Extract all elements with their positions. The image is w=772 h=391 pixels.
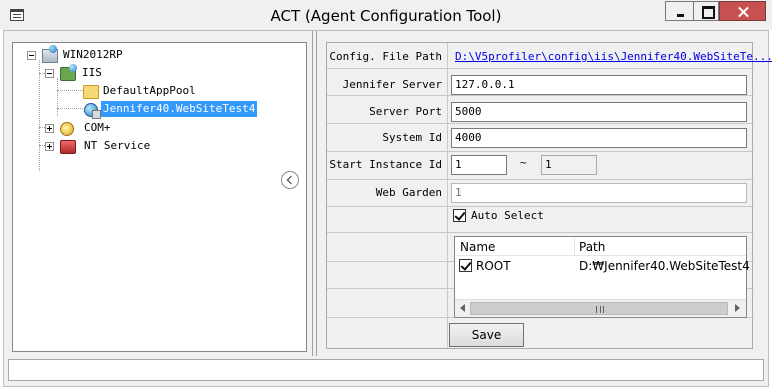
auto-select-checkbox[interactable]: [453, 209, 466, 222]
expand-toggle-icon[interactable]: [45, 124, 54, 133]
folder-icon: [83, 85, 99, 99]
web-garden-label: Web Garden: [375, 186, 442, 199]
close-button[interactable]: [719, 1, 766, 21]
scroll-left-icon[interactable]: [460, 304, 465, 312]
tree-node-label: Jennifer40.WebSiteTest4: [101, 101, 258, 117]
server-globe-icon: [42, 45, 58, 63]
grid-divider: [327, 206, 754, 207]
tree-connector: [57, 78, 58, 116]
grid-divider: [327, 123, 754, 124]
start-instance-id-input[interactable]: 1: [451, 155, 507, 175]
column-separator: [574, 237, 575, 256]
jennifer-server-input[interactable]: 127.0.0.1: [451, 75, 747, 95]
com-plus-icon: [60, 122, 74, 136]
tree-node-label: WIN2012RP: [63, 48, 123, 61]
server-port-label: Server Port: [369, 105, 442, 118]
grid-divider: [327, 179, 754, 180]
scrollbar-thumb[interactable]: [470, 302, 728, 315]
instance-range-separator: ~: [520, 156, 527, 169]
server-port-input[interactable]: 5000: [451, 102, 747, 122]
column-header-name[interactable]: Name: [460, 240, 495, 254]
config-file-path-label: Config. File Path: [329, 50, 442, 63]
tree-node-label: COM+: [84, 121, 111, 134]
horizontal-scrollbar[interactable]: [455, 299, 746, 317]
web-garden-input[interactable]: 1: [451, 183, 747, 203]
maximize-button[interactable]: [693, 1, 719, 21]
tree-node-label: IIS: [82, 66, 102, 79]
scroll-right-icon[interactable]: [735, 304, 740, 312]
grid-divider: [327, 68, 754, 69]
row-name: ROOT: [476, 259, 511, 273]
splitter-line: [312, 31, 313, 356]
system-id-input[interactable]: 4000: [451, 128, 747, 148]
tree-node-label: DefaultAppPool: [103, 84, 196, 97]
status-bar: [8, 359, 764, 381]
collapse-panel-button[interactable]: [281, 171, 299, 189]
row-checkbox[interactable]: [459, 259, 472, 272]
auto-select-label: Auto Select: [471, 209, 544, 222]
system-id-label: System Id: [382, 131, 442, 144]
end-instance-id-input: 1: [541, 155, 597, 175]
row-path: D:₩Jennifer40.WebSiteTest4: [579, 259, 750, 273]
tree-connector: [57, 90, 83, 91]
grid-divider: [327, 95, 754, 96]
jennifer-server-label: Jennifer Server: [342, 78, 442, 91]
splitter-line: [316, 31, 317, 356]
minimize-button[interactable]: [665, 1, 693, 21]
start-instance-id-label: Start Instance Id: [329, 158, 442, 171]
grid-divider: [447, 43, 448, 348]
nt-service-icon: [60, 140, 76, 154]
grid-divider: [327, 232, 754, 233]
website-globe-icon: [84, 103, 101, 119]
tree-node-label: NT Service: [84, 139, 151, 152]
list-header: Name Path: [455, 237, 746, 256]
tree-connector: [39, 60, 40, 171]
grid-divider: [327, 151, 754, 152]
column-header-path[interactable]: Path: [579, 240, 605, 254]
list-item[interactable]: ROOT D:₩Jennifer40.WebSiteTest4: [455, 257, 750, 275]
collapse-toggle-icon[interactable]: [27, 51, 36, 60]
agent-tree-view[interactable]: WIN2012RP IIS DefaultAppPool Jennifer40.…: [12, 42, 307, 352]
tree-connector: [57, 108, 83, 109]
window-title: ACT (Agent Configuration Tool): [270, 7, 502, 25]
save-button[interactable]: Save: [449, 323, 524, 347]
iis-icon: [60, 64, 77, 81]
config-file-path-link[interactable]: D:\V5profiler\config\iis\Jennifer40.WebS…: [455, 50, 772, 63]
expand-toggle-icon[interactable]: [45, 142, 54, 151]
collapse-toggle-icon[interactable]: [45, 69, 54, 78]
application-list[interactable]: Name Path ROOT D:₩Jennifer40.WebSiteTest…: [454, 236, 750, 318]
grip-icon: [596, 306, 604, 313]
title-bar: ACT (Agent Configuration Tool): [0, 0, 772, 30]
